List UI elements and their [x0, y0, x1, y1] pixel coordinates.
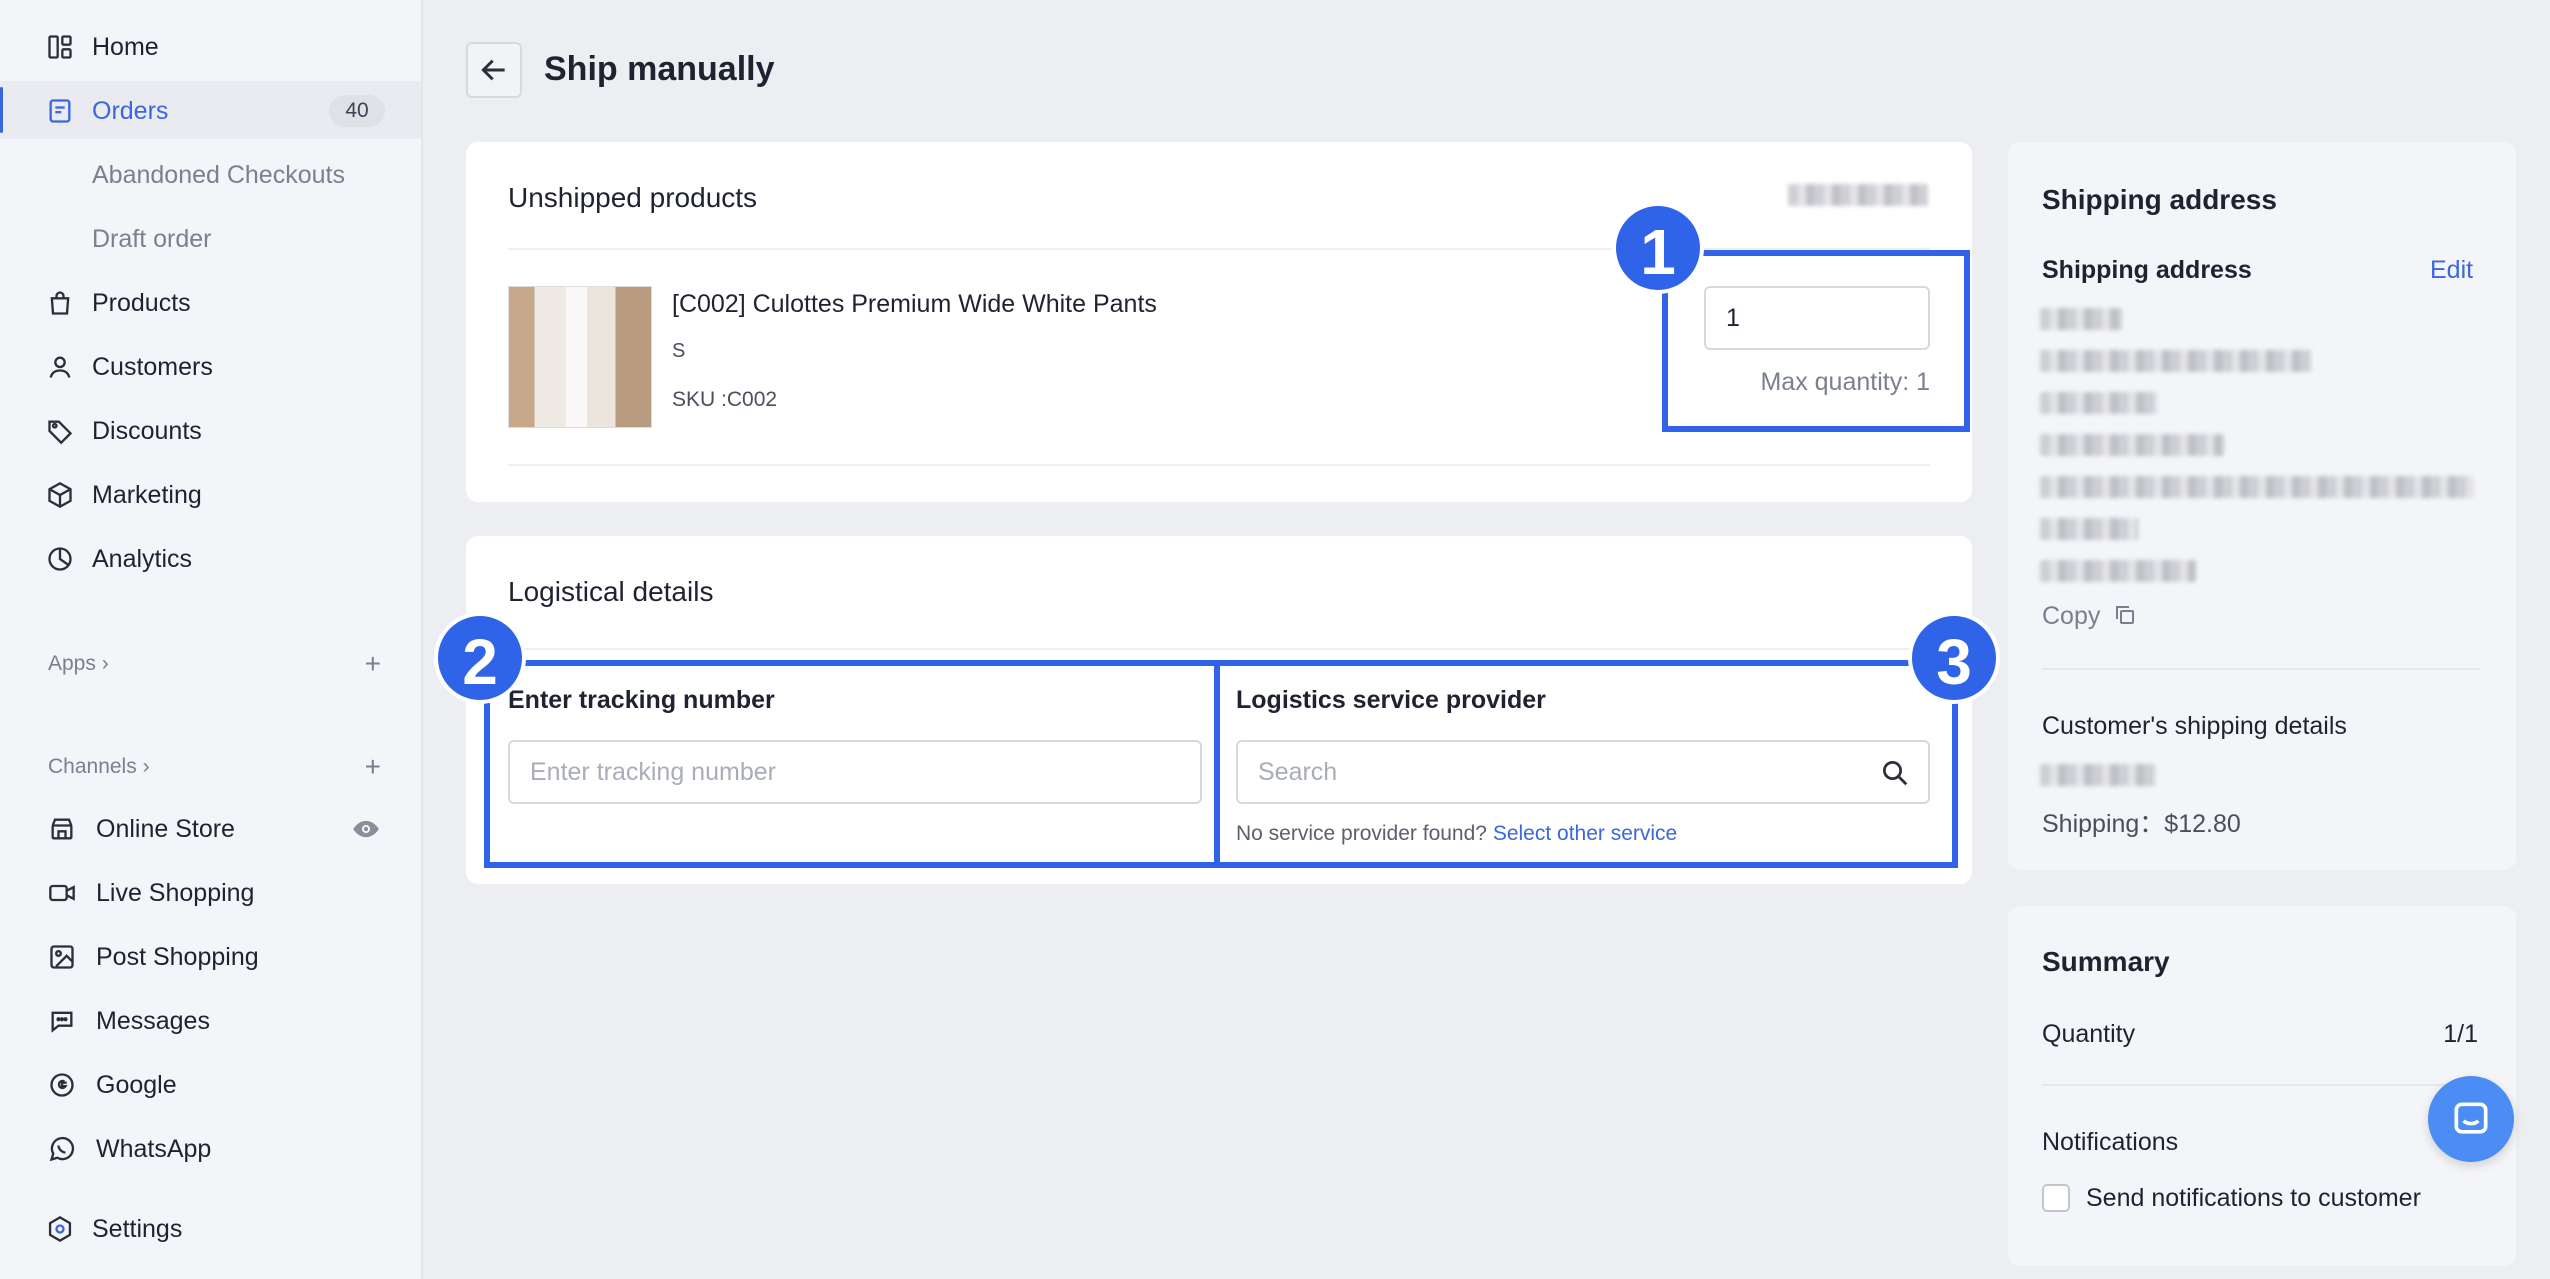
sidebar-item-orders[interactable]: Orders 40: [0, 81, 421, 139]
product-sku: SKU :C002: [672, 388, 778, 411]
sidebar-item-label: Marketing: [92, 481, 202, 509]
summary-quantity-value: 1/1: [2443, 1020, 2478, 1048]
sidebar-item-label: Draft order: [92, 225, 212, 253]
sidebar-item-products[interactable]: Products: [0, 273, 421, 331]
highlight-box-provider: [1214, 660, 1958, 868]
sidebar: Home Orders 40 Abandoned Checkouts Draft…: [0, 0, 423, 1279]
sidebar-item-label: Analytics: [92, 545, 193, 573]
online-store-icon: [48, 815, 76, 843]
home-icon: [46, 33, 74, 61]
eye-icon[interactable]: [351, 815, 381, 850]
redacted-order-number: [1788, 184, 1928, 206]
sidebar-item-online-store[interactable]: Online Store: [0, 799, 421, 857]
divider: [2042, 668, 2480, 670]
add-app-icon[interactable]: +: [365, 650, 381, 678]
sidebar-item-label: Orders: [92, 97, 169, 125]
sidebar-item-settings[interactable]: Settings: [0, 1199, 421, 1257]
sidebar-item-label: Settings: [92, 1215, 183, 1243]
product-thumbnail: [508, 286, 652, 428]
sidebar-item-live-shopping[interactable]: Live Shopping: [0, 863, 421, 921]
redacted-address-line: [2040, 476, 2474, 498]
redacted-address-line: [2040, 434, 2224, 456]
redacted-address-line: [2040, 518, 2138, 540]
post-shopping-icon: [48, 943, 76, 971]
sidebar-item-label: Online Store: [96, 815, 235, 843]
whatsapp-icon: [48, 1135, 76, 1163]
highlight-box-quantity: [1662, 250, 1970, 432]
sidebar-item-label: Post Shopping: [96, 943, 259, 971]
redacted-address-line: [2040, 350, 2312, 372]
sidebar-item-messages[interactable]: Messages: [0, 991, 421, 1049]
sidebar-item-draft-order[interactable]: Draft order: [0, 209, 421, 267]
logistical-details-title: Logistical details: [508, 576, 714, 607]
shipping-address-label: Shipping address: [2042, 256, 2252, 284]
sidebar-item-marketing[interactable]: Marketing: [0, 465, 421, 523]
sidebar-item-customers[interactable]: Customers: [0, 337, 421, 395]
sidebar-item-label: Products: [92, 289, 191, 317]
sidebar-item-label: Messages: [96, 1007, 210, 1035]
annotation-number-2: 2: [434, 612, 526, 704]
chat-widget-button[interactable]: [2428, 1076, 2514, 1162]
divider: [508, 464, 1930, 466]
marketing-icon: [46, 481, 74, 509]
notifications-label: Notifications: [2042, 1128, 2179, 1156]
summary-quantity-label: Quantity: [2042, 1020, 2136, 1048]
sidebar-item-label: WhatsApp: [96, 1135, 212, 1163]
orders-count-badge: 40: [329, 95, 385, 127]
sidebar-item-whatsapp[interactable]: WhatsApp: [0, 1119, 421, 1177]
arrow-left-icon: [481, 59, 505, 81]
summary-title: Summary: [2042, 946, 2170, 977]
shipping-cost: Shipping：$12.80: [2042, 810, 2241, 838]
redacted-shipping-method: [2040, 764, 2156, 786]
divider: [508, 648, 1930, 650]
customers-icon: [46, 353, 74, 381]
product-name: [C002] Culottes Premium Wide White Pants: [672, 290, 1157, 318]
google-icon: [48, 1071, 76, 1099]
divider: [2042, 1084, 2480, 1086]
redacted-phone: [2040, 560, 2196, 582]
add-channel-icon[interactable]: +: [365, 753, 381, 781]
highlight-box-tracking: [484, 660, 1220, 868]
apps-section-toggle[interactable]: Apps ›: [48, 652, 109, 676]
copy-icon: [2116, 606, 2135, 624]
annotation-number-1: 1: [1612, 202, 1704, 294]
messages-icon: [48, 1007, 76, 1035]
sidebar-item-label: Customers: [92, 353, 213, 381]
sidebar-item-label: Discounts: [92, 417, 202, 445]
copy-address-button[interactable]: Copy: [2042, 602, 2137, 631]
shipping-address-card: [2008, 142, 2516, 870]
sidebar-item-label: Abandoned Checkouts: [92, 161, 345, 189]
shipping-address-card-title: Shipping address: [2042, 184, 2277, 215]
sidebar-item-discounts[interactable]: Discounts: [0, 401, 421, 459]
sidebar-item-post-shopping[interactable]: Post Shopping: [0, 927, 421, 985]
back-button[interactable]: [466, 42, 522, 98]
product-variant: S: [672, 340, 686, 362]
sidebar-item-label: Live Shopping: [96, 879, 255, 907]
page-title: Ship manually: [544, 50, 775, 88]
products-icon: [46, 289, 74, 317]
sidebar-item-abandoned-checkouts[interactable]: Abandoned Checkouts: [0, 145, 421, 203]
sidebar-item-analytics[interactable]: Analytics: [0, 529, 421, 587]
customer-shipping-details-label: Customer's shipping details: [2042, 712, 2347, 740]
sidebar-item-google[interactable]: Google: [0, 1055, 421, 1113]
live-shopping-icon: [48, 879, 76, 907]
annotation-number-3: 3: [1908, 612, 2000, 704]
channels-section-toggle[interactable]: Channels ›: [48, 755, 150, 779]
unshipped-products-title: Unshipped products: [508, 182, 758, 213]
send-notifications-checkbox[interactable]: [2042, 1184, 2070, 1212]
redacted-name: [2040, 308, 2122, 330]
sidebar-item-label: Google: [96, 1071, 177, 1099]
orders-icon: [46, 97, 74, 125]
edit-address-link[interactable]: Edit: [2430, 256, 2473, 285]
discounts-icon: [46, 417, 74, 445]
sidebar-item-label: Home: [92, 33, 159, 61]
send-notifications-label: Send notifications to customer: [2086, 1184, 2421, 1212]
sidebar-item-home[interactable]: Home: [0, 17, 421, 75]
analytics-icon: [46, 545, 74, 573]
redacted-address-line: [2040, 392, 2158, 414]
settings-icon: [46, 1215, 74, 1243]
chat-icon: [2454, 1102, 2488, 1134]
